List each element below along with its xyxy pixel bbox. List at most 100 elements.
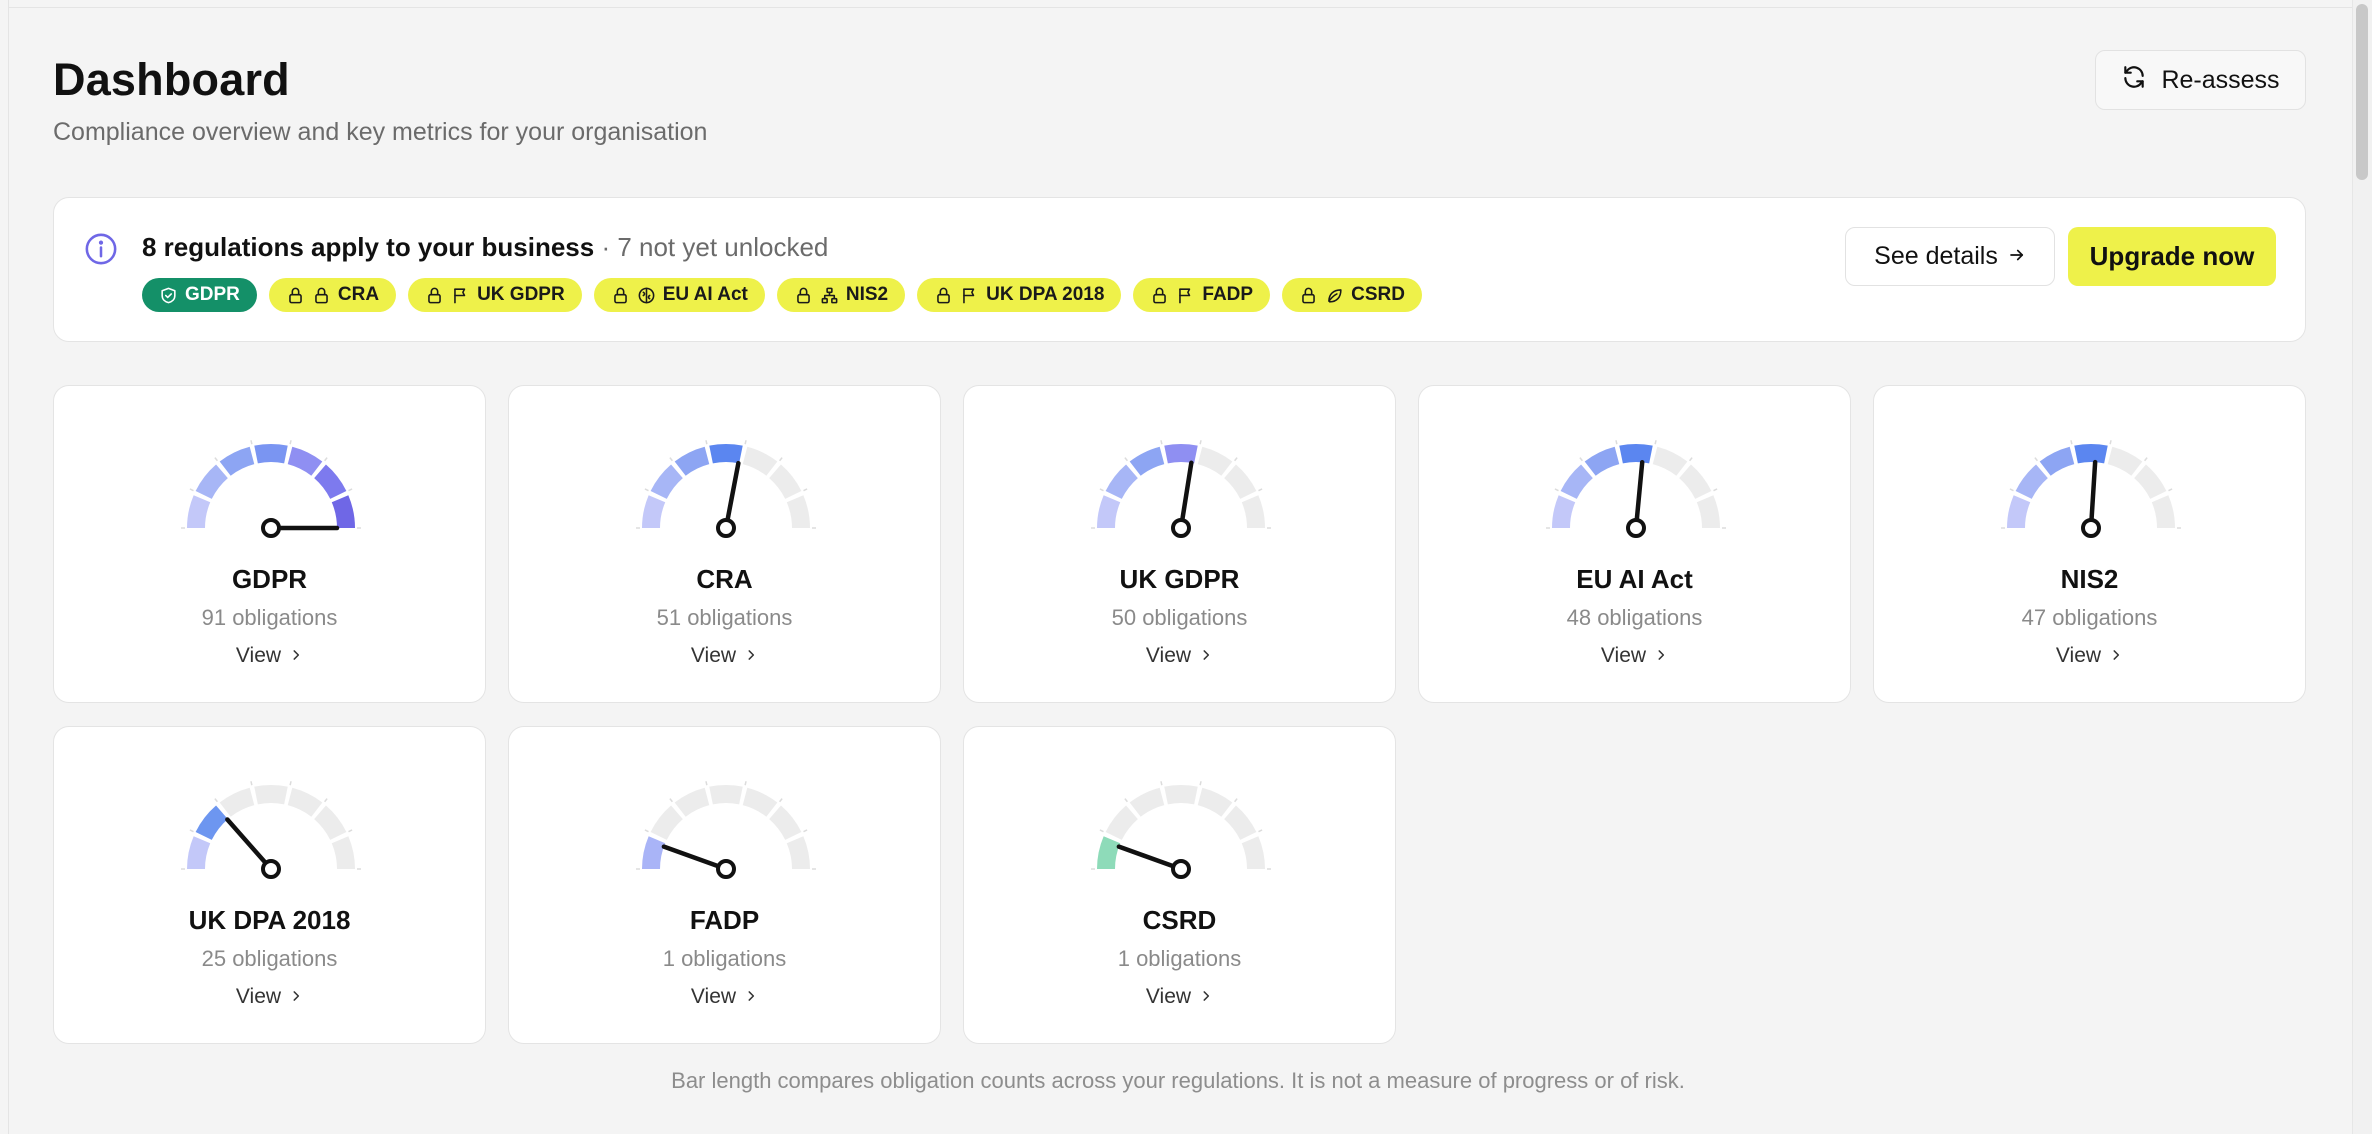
gauge-segment <box>195 464 228 499</box>
view-label: View <box>1145 644 1192 667</box>
gauge-tick <box>669 798 673 803</box>
gauge-segment <box>786 495 810 528</box>
page-title: Dashboard <box>53 54 290 105</box>
gauge-tick <box>214 457 218 462</box>
gauge-segment <box>1696 495 1720 528</box>
gauge-segment <box>219 446 255 476</box>
gauge-segment <box>769 464 802 499</box>
arrow-right-icon <box>2008 242 2026 271</box>
chip-label: EU AI Act <box>662 284 748 305</box>
gauge-tick <box>803 488 808 492</box>
view-link[interactable]: View <box>964 644 1395 668</box>
view-link[interactable]: View <box>1419 644 1850 668</box>
gauge-segment <box>1224 464 1257 499</box>
view-link[interactable]: View <box>1874 644 2305 668</box>
regulation-chip-csrd[interactable]: CSRD <box>1282 278 1422 312</box>
regulation-card-uk-dpa-2018[interactable]: UK DPA 2018 25 obligations View <box>53 726 486 1044</box>
regulation-card-gdpr[interactable]: GDPR 91 obligations View <box>53 385 486 703</box>
gauge-hub <box>1171 859 1191 879</box>
scrollbar-thumb[interactable] <box>2356 4 2368 180</box>
gauge-segment <box>1241 836 1265 869</box>
gauge-tick <box>1234 798 1238 803</box>
view-label: View <box>690 985 737 1008</box>
see-details-button[interactable]: See details <box>1845 227 2055 286</box>
gauge-chart <box>181 781 361 879</box>
gauge-tick <box>189 829 194 833</box>
regulation-chip-uk-dpa-2018[interactable]: UK DPA 2018 <box>917 278 1122 312</box>
gauge-segment <box>1197 446 1233 476</box>
gauge-tick <box>1160 781 1163 786</box>
reassess-button[interactable]: Re-assess <box>2095 50 2306 110</box>
chevron-right-icon <box>2109 644 2123 668</box>
gauge-tick <box>1615 440 1618 445</box>
gauge-segment <box>1129 446 1165 476</box>
banner-headline-row: 8 regulations apply to your business · 7… <box>142 232 828 263</box>
network-icon <box>820 286 839 305</box>
gauge-tick <box>289 781 292 786</box>
regulation-card-nis2[interactable]: NIS2 47 obligations View <box>1873 385 2306 703</box>
gauge-tick <box>779 798 783 803</box>
gauge-segment <box>1652 446 1688 476</box>
chevron-right-icon <box>744 644 758 668</box>
regulation-card-cra[interactable]: CRA 51 obligations View <box>508 385 941 703</box>
gauge-segment <box>195 805 228 840</box>
gauge-segment <box>1164 444 1198 464</box>
regulation-chip-uk-gdpr[interactable]: UK GDPR <box>408 278 582 312</box>
gauge-tick <box>779 457 783 462</box>
regulation-chip-cra[interactable]: CRA <box>268 278 397 312</box>
regulations-banner: 8 regulations apply to your business · 7… <box>53 197 2306 342</box>
banner-separator: · <box>594 232 618 262</box>
gauge-chart <box>1546 440 1726 538</box>
regulation-card-eu-ai-act[interactable]: EU AI Act 48 obligations View <box>1418 385 1851 703</box>
lock-icon <box>934 286 953 305</box>
see-details-label: See details <box>1874 242 1998 270</box>
flag-icon <box>451 286 470 305</box>
gauge-tick <box>189 488 194 492</box>
scrollbar[interactable] <box>2352 0 2372 1134</box>
gauge-tick <box>250 440 253 445</box>
gauge-hub <box>716 518 736 538</box>
gauge-segment <box>642 836 666 869</box>
gauge-chart <box>181 440 361 538</box>
gauge-hub <box>1626 518 1646 538</box>
chip-label: CRA <box>337 284 380 305</box>
regulation-chip-fadp[interactable]: FADP <box>1133 278 1271 312</box>
upgrade-now-button[interactable]: Upgrade now <box>2068 227 2276 286</box>
chip-label: UK GDPR <box>477 284 565 305</box>
gauge-segment <box>287 787 323 817</box>
regulation-card-csrd[interactable]: CSRD 1 obligations View <box>963 726 1396 1044</box>
gauge-tick <box>1160 440 1163 445</box>
regulation-chip-gdpr[interactable]: GDPR <box>142 278 257 312</box>
gauge-chart <box>636 440 816 538</box>
view-link[interactable]: View <box>509 985 940 1009</box>
gauge-tick <box>1258 488 1263 492</box>
view-link[interactable]: View <box>54 644 485 668</box>
obligation-count: 50 obligations <box>1111 605 1248 630</box>
gauge-segment <box>1197 787 1233 817</box>
gauge-tick <box>1654 440 1657 445</box>
gauge-segment <box>1129 787 1165 817</box>
window-left-edge <box>8 0 9 1134</box>
view-link[interactable]: View <box>54 985 485 1009</box>
chip-label: UK DPA 2018 <box>986 284 1105 305</box>
view-label: View <box>690 644 737 667</box>
chevron-right-icon <box>289 644 303 668</box>
view-link[interactable]: View <box>964 985 1395 1009</box>
regulation-card-fadp[interactable]: FADP 1 obligations View <box>508 726 941 1044</box>
regulation-chip-eu-ai-act[interactable]: EU AI Act <box>593 278 765 312</box>
gauge-chart <box>2001 440 2181 538</box>
gauge-segment <box>642 495 666 528</box>
obligation-count: 1 obligations <box>1117 946 1242 971</box>
gauge-segment <box>1224 805 1257 840</box>
gauge-tick <box>2034 457 2038 462</box>
footnote: Bar length compares obligation counts ac… <box>671 1068 1685 1093</box>
gauge-segment <box>1552 495 1576 528</box>
gauge-segment <box>2007 495 2031 528</box>
view-link[interactable]: View <box>509 644 940 668</box>
gauge-tick <box>2109 440 2112 445</box>
regulation-chip-nis2[interactable]: NIS2 <box>776 278 906 312</box>
regulation-card-uk-gdpr[interactable]: UK GDPR 50 obligations View <box>963 385 1396 703</box>
gauge-chart <box>636 781 816 879</box>
gauge-chart <box>1091 781 1271 879</box>
card-title: CRA <box>696 564 753 594</box>
